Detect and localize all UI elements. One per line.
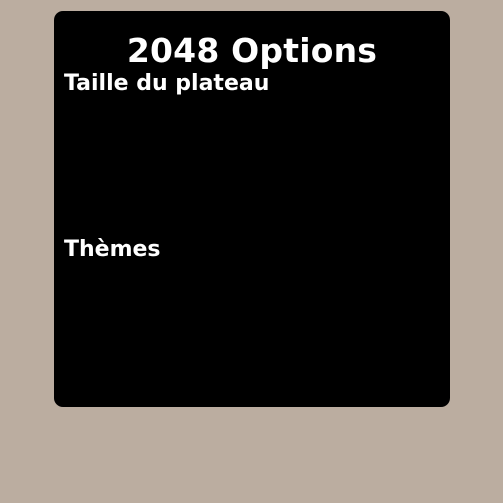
themes-section-label: Thèmes [64, 237, 161, 262]
themes-options-area [64, 269, 440, 394]
options-panel: 2048 Options Taille du plateau Thèmes [54, 11, 450, 407]
board-size-section-label: Taille du plateau [64, 71, 270, 96]
board-size-options-area [64, 103, 440, 228]
game-options-window: 2048 Options Taille du plateau Thèmes [0, 0, 503, 503]
options-title: 2048 Options [126, 31, 378, 70]
